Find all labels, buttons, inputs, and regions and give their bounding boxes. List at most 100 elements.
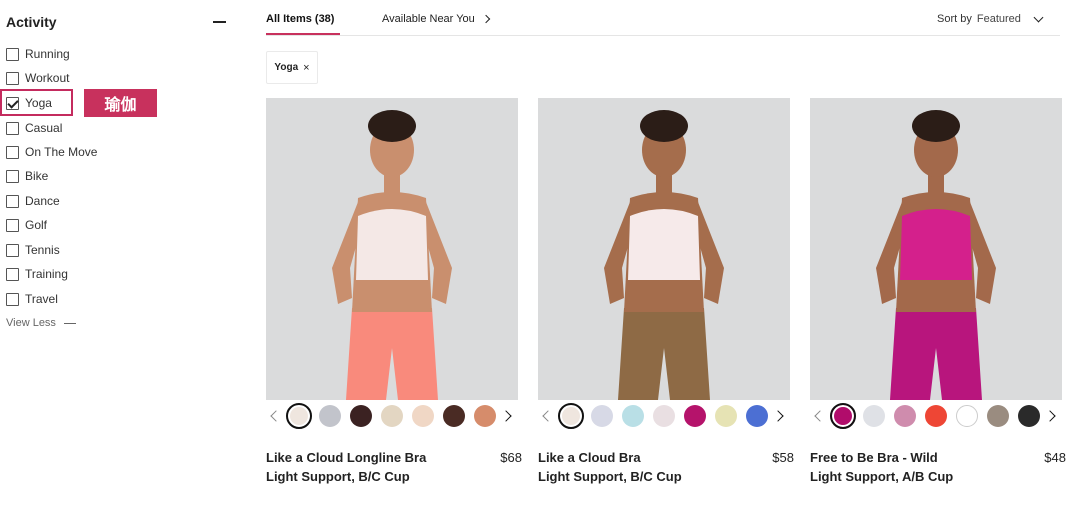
model-sports-bra — [356, 209, 428, 280]
color-swatch[interactable] — [443, 405, 465, 427]
yoga-annotation-label: 瑜伽 — [84, 89, 157, 117]
checkbox[interactable] — [6, 145, 19, 159]
view-less-link[interactable]: View Less — [6, 317, 76, 329]
color-swatch[interactable] — [286, 403, 312, 429]
filter-option-training[interactable]: Training — [6, 265, 68, 283]
product-image[interactable] — [266, 98, 518, 400]
color-swatch[interactable] — [381, 405, 403, 427]
model-hair — [912, 110, 960, 142]
filter-option-label: On The Move — [25, 145, 98, 159]
product-price: $68 — [500, 450, 522, 465]
color-swatch[interactable] — [863, 405, 885, 427]
product-name-line2: Light Support, A/B Cup — [810, 469, 954, 484]
model-photo-illustration — [266, 98, 518, 400]
model-photo-illustration — [538, 98, 790, 400]
tab-available-near-you[interactable]: Available Near You — [382, 13, 491, 25]
remove-filter-icon[interactable]: × — [303, 62, 309, 74]
chevron-left-icon[interactable] — [270, 410, 282, 422]
color-swatch[interactable] — [830, 403, 856, 429]
chevron-right-icon[interactable] — [772, 410, 784, 422]
color-swatch[interactable] — [684, 405, 706, 427]
product-name-line2: Light Support, B/C Cup — [266, 469, 410, 484]
product-price: $48 — [1044, 450, 1066, 465]
checkbox[interactable] — [6, 292, 19, 306]
filter-option-workout[interactable]: Workout — [6, 69, 69, 87]
filter-option-label: Yoga — [25, 96, 52, 110]
filter-option-label: Travel — [25, 292, 58, 306]
color-swatch[interactable] — [474, 405, 496, 427]
checkbox[interactable] — [6, 194, 19, 208]
color-swatch[interactable] — [653, 405, 675, 427]
filter-option-label: Dance — [25, 194, 60, 208]
filter-option-casual[interactable]: Casual — [6, 119, 62, 137]
model-hair — [640, 110, 688, 142]
tab-near-label: Available Near You — [382, 13, 475, 25]
filter-option-label: Bike — [25, 169, 49, 183]
model-sports-bra — [900, 209, 972, 280]
filter-option-golf[interactable]: Golf — [6, 216, 47, 234]
checkbox[interactable] — [6, 121, 19, 135]
color-swatch[interactable] — [319, 405, 341, 427]
filter-option-bike[interactable]: Bike — [6, 167, 48, 185]
product-name-line1: Free to Be Bra - Wild — [810, 450, 938, 465]
color-swatch[interactable] — [925, 405, 947, 427]
chevron-left-icon[interactable] — [542, 410, 554, 422]
sort-label: Sort by — [937, 13, 972, 25]
chevron-right-icon[interactable] — [1044, 410, 1056, 422]
filter-option-label: Training — [25, 267, 68, 281]
chevron-right-icon — [481, 14, 491, 24]
checkbox[interactable] — [6, 267, 19, 281]
product-price: $58 — [772, 450, 794, 465]
checkbox[interactable] — [6, 218, 19, 232]
color-swatch[interactable] — [746, 405, 768, 427]
tab-all-items[interactable]: All Items (38) — [266, 13, 334, 25]
sort-value: Featured — [976, 13, 1021, 25]
color-swatch[interactable] — [412, 405, 434, 427]
color-swatch[interactable] — [622, 405, 644, 427]
color-swatch[interactable] — [715, 405, 737, 427]
chevron-left-icon[interactable] — [814, 410, 826, 422]
color-swatches — [810, 402, 1062, 432]
color-swatch[interactable] — [894, 405, 916, 427]
checkbox[interactable] — [6, 243, 19, 257]
filter-option-travel[interactable]: Travel — [6, 290, 58, 308]
checkbox[interactable] — [6, 71, 19, 85]
filter-option-dance[interactable]: Dance — [6, 192, 60, 210]
filter-option-tennis[interactable]: Tennis — [6, 241, 60, 259]
activity-filter-panel: Activity Running Workout Yoga 瑜伽 Casual … — [0, 0, 250, 506]
active-filter-chip-yoga[interactable]: Yoga × — [266, 51, 318, 84]
product-name[interactable]: Like a Cloud Longline Bra Light Support,… — [266, 448, 426, 486]
filter-option-running[interactable]: Running — [6, 45, 70, 63]
filter-option-yoga[interactable]: Yoga — [6, 94, 52, 112]
checkbox[interactable] — [6, 47, 19, 61]
product-name[interactable]: Like a Cloud Bra Light Support, B/C Cup — [538, 448, 682, 486]
color-swatch[interactable] — [591, 405, 613, 427]
filter-option-label: Golf — [25, 218, 48, 232]
checkbox-checked[interactable] — [6, 96, 19, 110]
color-swatches — [538, 402, 790, 432]
sort-dropdown[interactable]: Sort by Featured — [937, 12, 1044, 25]
color-swatch[interactable] — [350, 405, 372, 427]
product-image[interactable] — [810, 98, 1062, 400]
filter-option-label: Running — [25, 47, 70, 61]
view-less-label: View Less — [6, 317, 56, 329]
filter-option-on-the-move[interactable]: On The Move — [6, 143, 97, 161]
filter-option-label: Casual — [25, 121, 63, 135]
color-swatch[interactable] — [956, 405, 978, 427]
minus-icon — [63, 322, 76, 324]
product-name-line1: Like a Cloud Longline Bra — [266, 450, 427, 465]
filter-option-label: Tennis — [25, 243, 60, 257]
product-name-line2: Light Support, B/C Cup — [538, 469, 682, 484]
model-photo-illustration — [810, 98, 1062, 400]
checkbox[interactable] — [6, 169, 19, 183]
color-swatches — [266, 402, 518, 432]
color-swatch[interactable] — [558, 403, 584, 429]
activity-filter-title: Activity — [6, 14, 57, 30]
color-swatch[interactable] — [987, 405, 1009, 427]
collapse-minus-icon[interactable] — [213, 21, 226, 23]
product-image[interactable] — [538, 98, 790, 400]
chip-label: Yoga — [274, 62, 299, 73]
color-swatch[interactable] — [1018, 405, 1040, 427]
product-name[interactable]: Free to Be Bra - Wild Light Support, A/B… — [810, 448, 953, 486]
chevron-right-icon[interactable] — [500, 410, 512, 422]
